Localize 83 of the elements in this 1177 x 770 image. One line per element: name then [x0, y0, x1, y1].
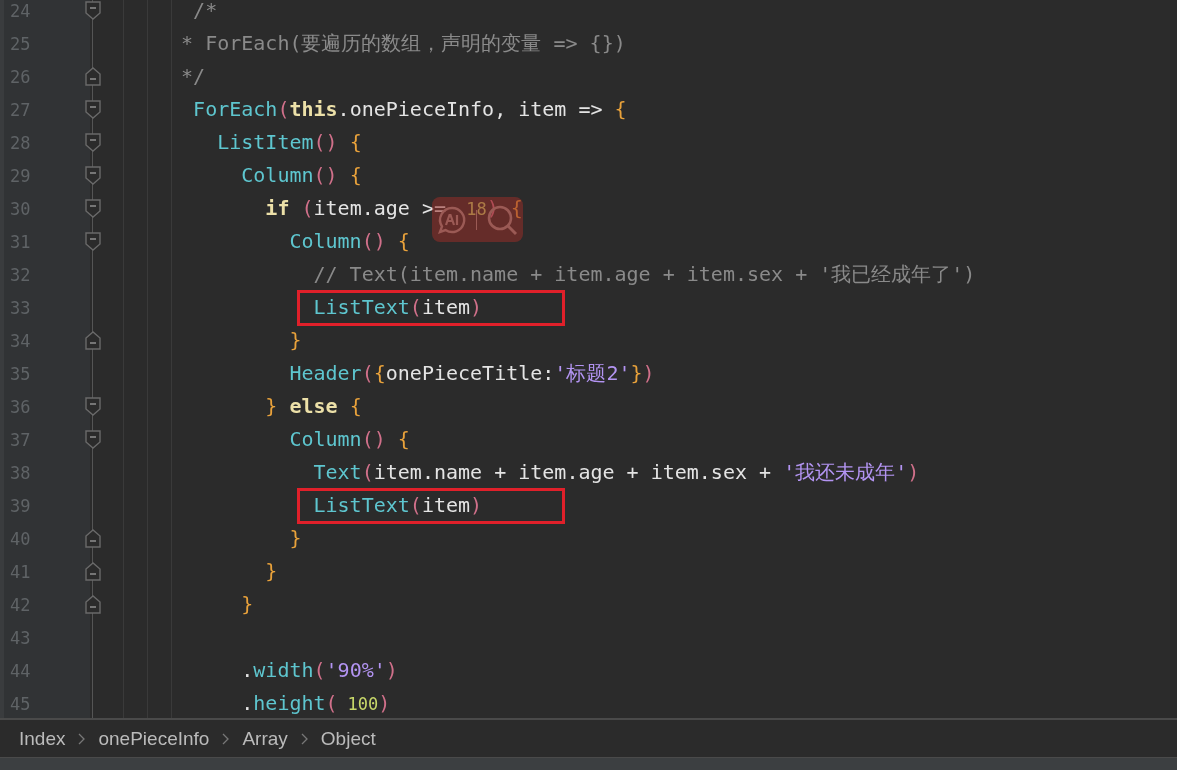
- breadcrumb-item[interactable]: onePieceInfo: [98, 727, 210, 750]
- code-text: item: [421, 295, 471, 319]
- breadcrumb-item[interactable]: Array: [242, 727, 288, 750]
- brace: {: [373, 361, 386, 385]
- brace: {: [348, 163, 362, 187]
- function-name: ListText: [312, 295, 410, 319]
- code-text: .onePieceInfo, item =>: [337, 97, 604, 121]
- fold-icon[interactable]: [85, 430, 101, 449]
- unfold-icon[interactable]: [85, 529, 101, 548]
- code-text: .: [240, 691, 254, 715]
- brace: }: [264, 394, 278, 418]
- unfold-icon[interactable]: [85, 562, 101, 581]
- function-name: Column: [288, 229, 362, 253]
- parenthesis: (: [361, 460, 374, 484]
- fold-icon[interactable]: [85, 199, 101, 218]
- unfold-icon[interactable]: [85, 595, 101, 614]
- code-text: onePieceTitle:: [385, 361, 555, 385]
- number-literal: 100: [346, 694, 379, 714]
- fold-icon[interactable]: [85, 232, 101, 251]
- parenthesis: (: [300, 196, 314, 220]
- parenthesis: (): [361, 427, 386, 451]
- function-name: Column: [240, 163, 314, 187]
- brace: }: [630, 361, 643, 385]
- parenthesis: (: [325, 691, 338, 715]
- function-name: ListItem: [216, 130, 314, 154]
- function-name: height: [253, 691, 326, 715]
- parenthesis: (): [313, 130, 338, 154]
- code-text: item: [421, 493, 471, 517]
- brace: {: [348, 130, 362, 154]
- brace: }: [264, 559, 278, 583]
- brace: {: [348, 394, 362, 418]
- parenthesis: ): [642, 361, 655, 385]
- keyword: if: [264, 196, 290, 220]
- brace: {: [396, 427, 410, 451]
- brace: }: [288, 526, 302, 550]
- function-name: ForEach: [192, 97, 278, 121]
- chevron-icon: [78, 732, 86, 745]
- code-text: item.name + item.age + item.sex +: [373, 460, 773, 484]
- number-literal: 18: [465, 199, 487, 219]
- unfold-icon[interactable]: [85, 67, 101, 86]
- keyword: this: [289, 97, 338, 121]
- function-name: ListText: [312, 493, 410, 517]
- code-text: .: [240, 658, 254, 682]
- fold-icon[interactable]: [85, 1, 101, 20]
- function-name: Column: [288, 427, 362, 451]
- brace: }: [288, 328, 302, 352]
- brace: {: [396, 229, 410, 253]
- parenthesis: (: [409, 493, 422, 517]
- code-comment: * ForEach(要遍历的数组，声明的变量 => {}): [181, 31, 626, 55]
- parenthesis: (): [361, 229, 386, 253]
- code-comment: /*: [192, 0, 218, 22]
- brace: {: [614, 97, 627, 121]
- parenthesis: ): [378, 691, 391, 715]
- string-literal: '标题2': [554, 361, 631, 385]
- parenthesis: (: [277, 97, 290, 121]
- parenthesis: (: [361, 361, 374, 385]
- fold-icon[interactable]: [85, 133, 101, 152]
- chevron-icon: [222, 732, 230, 745]
- parenthesis: ): [385, 658, 398, 682]
- fold-icon[interactable]: [85, 397, 101, 416]
- chevron-icon: [300, 732, 308, 745]
- code-text: item.age: [313, 196, 410, 220]
- brace: }: [240, 592, 254, 616]
- parenthesis: ): [907, 460, 920, 484]
- breadcrumb-item[interactable]: Object: [320, 727, 376, 750]
- breadcrumb-item[interactable]: Index: [19, 727, 66, 750]
- string-literal: '90%': [325, 658, 386, 682]
- parenthesis: (): [313, 163, 338, 187]
- keyword: else: [288, 394, 338, 418]
- unfold-icon[interactable]: [85, 331, 101, 350]
- parenthesis: (: [409, 295, 422, 319]
- code-comment: */: [181, 64, 206, 88]
- code-comment: // Text(item.name + item.age + item.sex + '我已经成年了'): [312, 262, 976, 286]
- fold-icon[interactable]: [85, 166, 101, 185]
- parenthesis: ): [470, 493, 483, 517]
- function-name: Text: [312, 460, 362, 484]
- parenthesis: ): [470, 295, 483, 319]
- function-name: Header: [288, 361, 362, 385]
- string-literal: '我还未成年': [783, 460, 908, 484]
- parenthesis: (: [313, 658, 326, 682]
- function-name: width: [253, 658, 314, 682]
- fold-icon[interactable]: [85, 100, 101, 119]
- brace: {: [509, 196, 523, 220]
